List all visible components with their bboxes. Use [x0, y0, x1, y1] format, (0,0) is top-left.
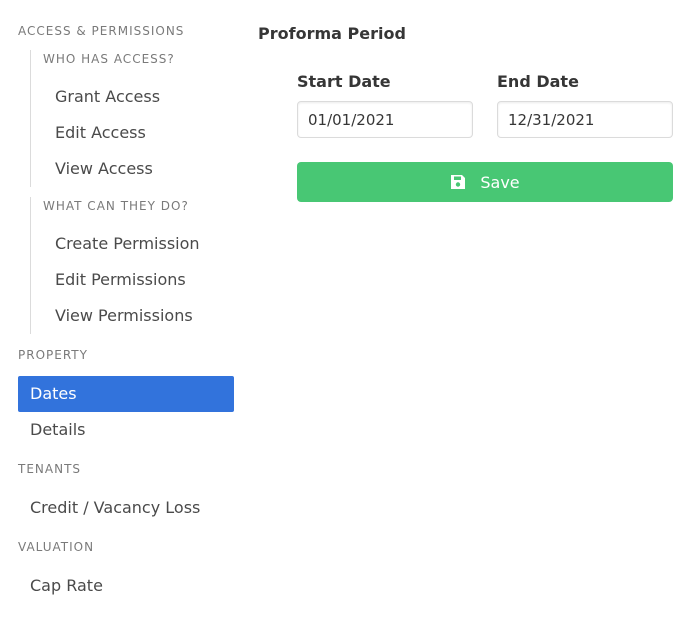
start-date-input[interactable] [297, 101, 473, 138]
sidebar-item-edit-permissions[interactable]: Edit Permissions [55, 262, 186, 298]
sidebar-item-create-permission[interactable]: Create Permission [55, 226, 200, 262]
sidebar-item-view-access[interactable]: View Access [55, 151, 153, 187]
sidebar-item-edit-access[interactable]: Edit Access [55, 115, 146, 151]
section-label-valuation: VALUATION [18, 540, 95, 554]
sidebar-item-cap-rate[interactable]: Cap Rate [18, 568, 234, 604]
sidebar-item-credit-vacancy-loss[interactable]: Credit / Vacancy Loss [18, 490, 234, 526]
group-label-who-has-access: WHO HAS ACCESS? [43, 52, 175, 66]
group-label-what-can-they-do: WHAT CAN THEY DO? [43, 199, 189, 213]
section-label-access-permissions: ACCESS & PERMISSIONS [18, 24, 185, 38]
sidebar-item-view-permissions[interactable]: View Permissions [55, 298, 193, 334]
group-rail-what-can-they-do [30, 197, 31, 334]
floppy-disk-icon [451, 175, 466, 189]
save-button-label: Save [480, 172, 520, 192]
save-button[interactable]: Save [297, 162, 673, 202]
group-rail-who-has-access [30, 50, 31, 187]
sidebar: ACCESS & PERMISSIONS WHO HAS ACCESS? Gra… [0, 0, 250, 628]
sidebar-item-grant-access[interactable]: Grant Access [55, 79, 160, 115]
section-label-tenants: TENANTS [18, 462, 82, 476]
end-date-label: End Date [497, 72, 579, 91]
sidebar-item-details[interactable]: Details [18, 412, 234, 448]
start-date-label: Start Date [297, 72, 391, 91]
section-label-property: PROPERTY [18, 348, 88, 362]
sidebar-item-dates[interactable]: Dates [18, 376, 234, 412]
page-title: Proforma Period [258, 24, 406, 43]
end-date-input[interactable] [497, 101, 673, 138]
